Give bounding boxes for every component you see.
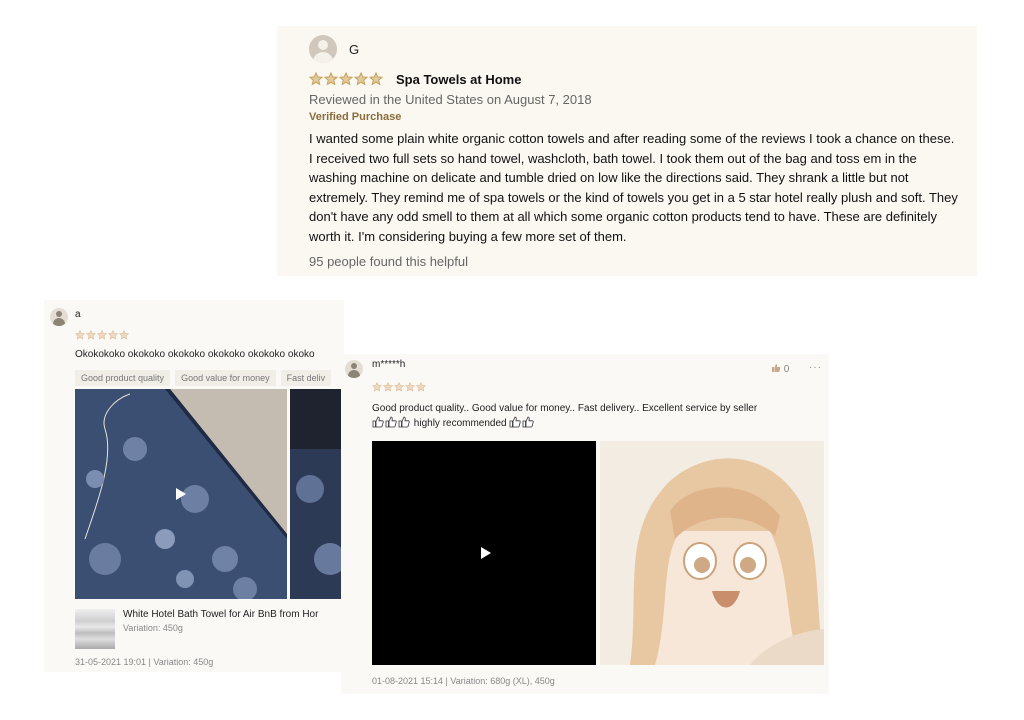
tag-chip: Good value for money <box>175 370 276 386</box>
rating-stars <box>75 326 130 344</box>
review-footer: 31-05-2021 19:01 | Variation: 450g <box>75 657 214 667</box>
review-text-recommend: highly recommended <box>413 418 507 429</box>
like-count: 0 <box>783 364 790 375</box>
star-icon <box>372 381 382 392</box>
marketplace-review-card-a: a 0 ··· Okokokoko okokoko okokoko okokok… <box>44 300 344 672</box>
star-icon <box>383 381 393 392</box>
user-name: m*****h <box>372 359 406 370</box>
review-text-line2: highly recommended <box>372 416 535 431</box>
product-name: White Hotel Bath Towel for Air BnB from … <box>123 609 319 620</box>
star-icon <box>75 329 85 340</box>
review-text-line1: Good product quality.. Good value for mo… <box>372 403 758 414</box>
review-text: Okokokoko okokoko okokoko okokoko okokok… <box>75 349 315 360</box>
review-footer: 01-08-2021 15:14 | Variation: 680g (XL),… <box>372 676 555 686</box>
product-link[interactable]: White Hotel Bath Towel for Air BnB from … <box>75 609 318 649</box>
helpful-count: 95 people found this helpful <box>309 254 469 269</box>
star-icon <box>108 329 118 340</box>
tag-chip: Fast deliv <box>280 370 332 386</box>
reviewer-row: G <box>309 34 947 64</box>
rating-stars <box>309 70 384 88</box>
star-icon <box>86 329 96 340</box>
tag-list: Good product quality Good value for mone… <box>75 370 336 386</box>
star-icon <box>339 71 353 86</box>
review-video-thumbnail[interactable] <box>75 389 287 599</box>
thumbs-up-emoji-icon <box>509 416 522 428</box>
star-icon <box>354 71 368 86</box>
thumbs-up-emoji-icon <box>398 416 410 428</box>
thumbs-up-icon <box>771 363 781 373</box>
review-title[interactable]: Spa Towels at Home <box>396 72 521 87</box>
more-options-icon[interactable]: ··· <box>809 362 822 373</box>
review-title-row: Spa Towels at Home <box>309 70 947 88</box>
review-video-thumbnail[interactable] <box>372 441 596 665</box>
star-icon <box>119 329 129 340</box>
thumbs-up-emoji-icon <box>372 416 384 428</box>
review-image-anime[interactable] <box>600 441 824 665</box>
user-avatar[interactable] <box>50 308 68 326</box>
user-name: a <box>75 309 81 320</box>
product-variation: Variation: 450g <box>123 623 183 633</box>
review-date: Reviewed in the United States on August … <box>309 92 592 107</box>
star-icon <box>97 329 107 340</box>
rating-stars <box>372 378 427 396</box>
star-icon <box>405 381 415 392</box>
thumbs-up-emoji-icon <box>372 416 411 429</box>
play-icon[interactable] <box>176 488 186 500</box>
user-avatar[interactable] <box>345 360 363 378</box>
product-thumbnail <box>75 609 115 649</box>
star-icon <box>416 381 426 392</box>
review-image[interactable] <box>290 389 344 599</box>
marketplace-review-card-b: m*****h 0 ··· Good product quality.. Goo… <box>341 354 829 694</box>
verified-purchase-badge: Verified Purchase <box>309 111 402 123</box>
thumbs-up-emoji-icon <box>522 416 535 428</box>
star-icon <box>369 71 383 86</box>
amazon-review-card: G Spa Towels at Home Reviewed in the Uni… <box>277 26 977 276</box>
like-button[interactable]: 0 <box>771 363 789 375</box>
tag-chip: Good product quality <box>75 370 171 386</box>
review-body: I wanted some plain white organic cotton… <box>309 131 958 244</box>
reviewer-name[interactable]: G <box>349 42 359 57</box>
reviewer-avatar[interactable] <box>309 35 337 63</box>
play-icon[interactable] <box>481 547 491 559</box>
star-icon <box>309 71 323 86</box>
thumbs-up-emoji-icon <box>509 416 535 429</box>
star-icon <box>394 381 404 392</box>
thumbs-up-emoji-icon <box>385 416 397 428</box>
star-icon <box>324 71 338 86</box>
